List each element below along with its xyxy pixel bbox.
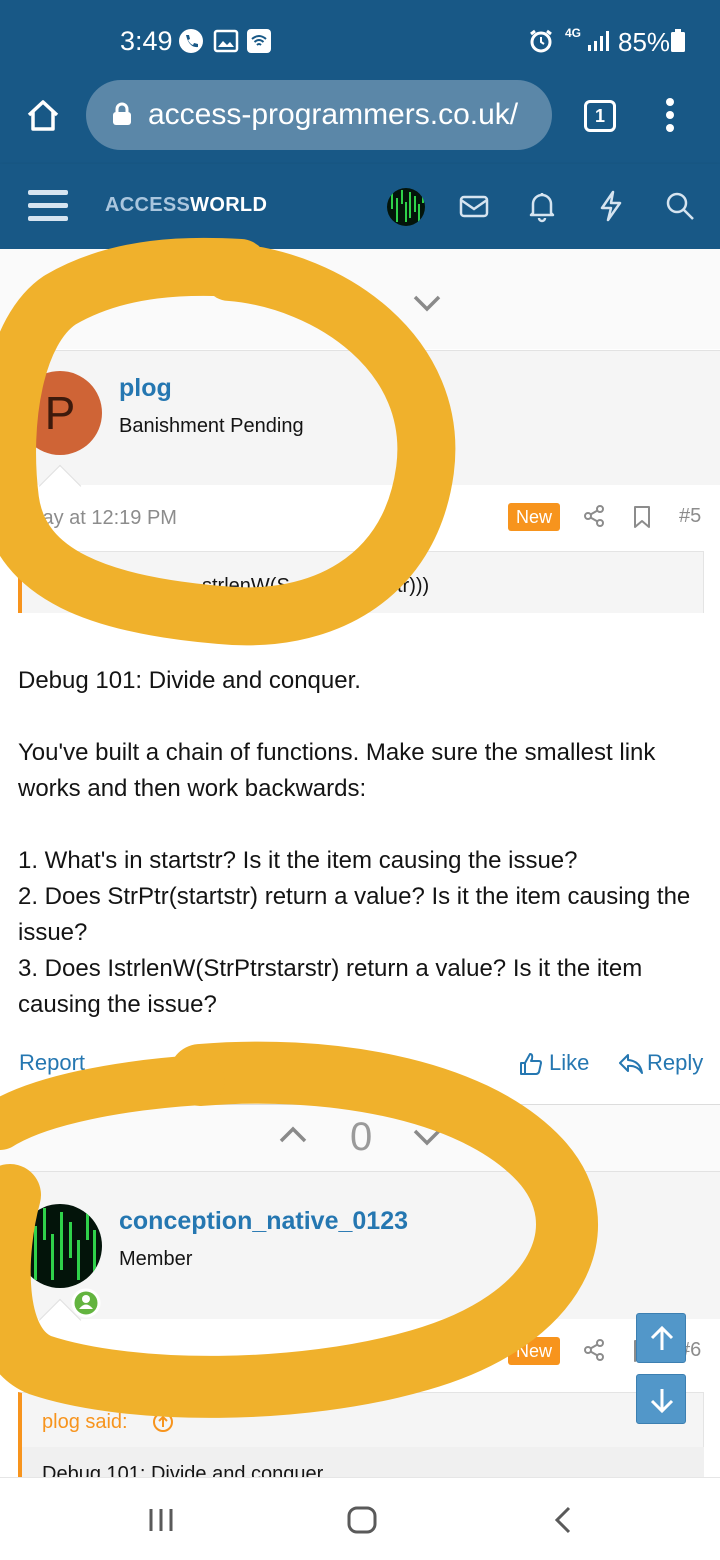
author-avatar[interactable] <box>18 1204 102 1288</box>
share-icon[interactable] <box>582 1338 606 1362</box>
logo-access: ACCESS <box>105 194 191 216</box>
upvote-icon[interactable] <box>278 1125 308 1145</box>
reply-button[interactable]: Reply <box>647 1050 703 1076</box>
arrow-down-icon <box>650 1389 674 1414</box>
logo-world: WORLD <box>190 194 268 216</box>
site-logo[interactable]: ACCESSWORLD <box>105 194 267 217</box>
site-header: ACCESSWORLD <box>0 164 720 249</box>
battery-percent: 85% <box>618 27 671 57</box>
quote-text-mid: strlenW(S <box>202 575 290 597</box>
post-list-item: 1. What's in startstr? Is it the item ca… <box>18 847 578 874</box>
like-button[interactable]: Like <box>549 1050 589 1076</box>
post-date[interactable]: lay at 12:19 PM <box>38 507 177 530</box>
tab-switcher-button[interactable]: 1 <box>584 100 616 132</box>
quote-body: Debug 101: Divide and conquer. <box>22 1447 704 1477</box>
inbox-icon[interactable] <box>456 188 492 224</box>
lightning-icon[interactable] <box>593 188 629 224</box>
battery-icon <box>671 29 685 52</box>
vote-count: 0 <box>350 284 373 328</box>
post-body: Debug 101: Divide and conquer. You've bu… <box>18 663 708 1023</box>
share-icon[interactable] <box>582 504 606 528</box>
post-author-block: P plog Banishment Pending <box>0 350 720 485</box>
wifi-calling-icon <box>247 29 271 53</box>
quote-text-right: str))) <box>387 575 430 597</box>
status-bar: 3:49 4G 85% <box>0 0 720 80</box>
author-name[interactable]: plog <box>119 374 172 403</box>
post-list-item: 3. Does IstrlenW(StrPtrstarstr) return a… <box>18 955 643 1018</box>
jump-to-quote-icon[interactable] <box>152 1411 174 1433</box>
hamburger-menu-icon[interactable] <box>28 188 68 224</box>
new-badge: New <box>508 1337 560 1365</box>
author-title: Member <box>119 1248 193 1270</box>
overflow-menu-icon[interactable] <box>660 96 680 136</box>
post-author-block: conception_native_0123 Member <box>0 1171 720 1319</box>
system-nav-bar <box>0 1477 720 1560</box>
quote-block: Le strlenW(S str))) <box>18 551 704 613</box>
home-icon[interactable] <box>24 96 62 134</box>
user-avatar[interactable] <box>387 188 425 226</box>
alarm-icon <box>530 29 552 53</box>
report-link[interactable]: Report <box>19 1050 85 1076</box>
new-badge: New <box>508 503 560 531</box>
scroll-down-button[interactable] <box>636 1374 686 1424</box>
network-type: 4G <box>565 26 582 40</box>
lock-icon <box>113 102 131 125</box>
post-date[interactable]: ent ago <box>38 1342 105 1365</box>
signal-icon <box>588 31 609 51</box>
vote-bar: 0 <box>0 249 720 349</box>
downvote-icon[interactable] <box>412 1127 442 1147</box>
quote-block: plog said: Debug 101: Divide and conquer… <box>18 1392 704 1477</box>
thread-content: 0 P plog Banishment Pending lay at 12:19… <box>0 249 720 1477</box>
author-avatar[interactable]: P <box>18 371 102 455</box>
reply-icon[interactable] <box>618 1052 644 1076</box>
back-icon[interactable] <box>548 1504 580 1536</box>
url-bar[interactable]: access-programmers.co.uk/ <box>86 80 552 150</box>
browser-toolbar: access-programmers.co.uk/ 1 <box>0 80 720 164</box>
author-name[interactable]: conception_native_0123 <box>119 1207 408 1236</box>
downvote-icon[interactable] <box>412 293 442 313</box>
quote-text-left: Le <box>42 575 65 597</box>
quote-citation[interactable]: plog said: <box>42 1411 128 1434</box>
bell-icon[interactable] <box>524 188 560 224</box>
post-list-item: 2. Does StrPtr(startstr) return a value?… <box>18 883 691 946</box>
url-text: access-programmers.co.uk/ <box>148 98 519 131</box>
quote-text: Debug 101: Divide and conquer. <box>42 1463 328 1477</box>
bookmark-icon[interactable] <box>631 505 653 529</box>
vote-bar: 0 <box>0 1105 720 1171</box>
status-time: 3:49 <box>120 26 173 56</box>
post-paragraph: You've built a chain of functions. Make … <box>18 739 656 802</box>
home-button-icon[interactable] <box>346 1504 378 1536</box>
post-paragraph: Debug 101: Divide and conquer. <box>18 667 361 694</box>
vote-count: 0 <box>350 1115 373 1159</box>
author-title: Banishment Pending <box>119 415 304 437</box>
like-icon[interactable] <box>518 1051 544 1077</box>
phone-call-icon <box>179 29 203 53</box>
recent-apps-icon[interactable] <box>145 1504 177 1536</box>
scroll-up-button[interactable] <box>636 1313 686 1363</box>
search-icon[interactable] <box>662 188 698 224</box>
arrow-up-icon <box>650 1325 674 1350</box>
gallery-icon <box>213 29 239 53</box>
post-number[interactable]: #5 <box>679 505 701 528</box>
